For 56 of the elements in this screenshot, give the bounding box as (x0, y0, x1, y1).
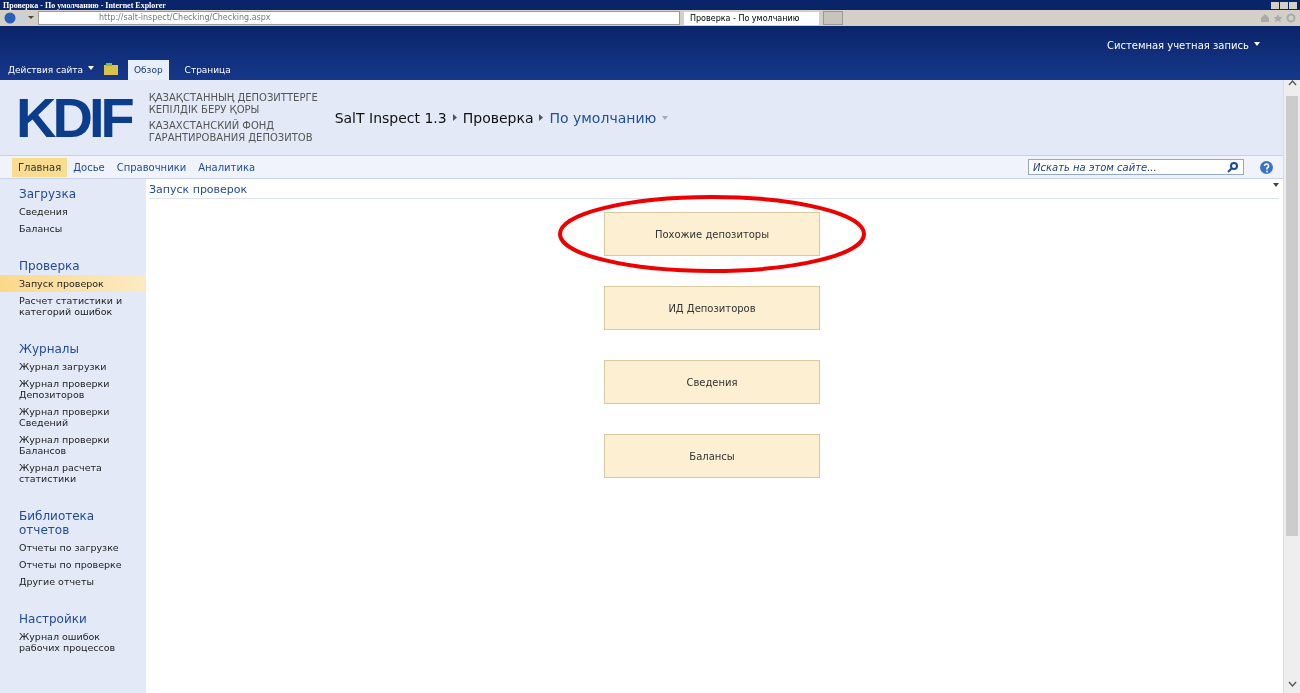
sidebar-item[interactable]: Журнал загрузки (0, 358, 146, 375)
sidebar-item[interactable]: Расчет статистики и категорий ошибок (0, 292, 146, 320)
maximize-button[interactable] (1280, 1, 1288, 9)
breadcrumb-link[interactable]: SalT Inspect 1.3 (334, 109, 447, 126)
sidebar-item[interactable]: Запуск проверок (0, 275, 146, 292)
search-icon[interactable] (1227, 162, 1238, 173)
ribbon-tab[interactable]: Страница (178, 60, 237, 80)
organization-name-line: КАЗАХСТАНСКИЙ ФОНД (148, 119, 276, 132)
organization-name-line: ҚАЗАҚСТАННЫҢ ДЕПОЗИТТЕРГЕ (148, 91, 319, 104)
sidebar-item[interactable]: Журнал расчета статистики (0, 459, 146, 487)
sidebar-item[interactable]: Отчеты по проверке (0, 556, 146, 573)
breadcrumb-separator-icon (452, 114, 457, 121)
organization-name-line: ГАРАНТИРОВАНИЯ ДЕПОЗИТОВ (148, 131, 314, 144)
action-button[interactable]: Балансы (604, 434, 820, 478)
breadcrumb-separator-icon (539, 114, 544, 121)
logo: KDIF (16, 89, 133, 146)
address-field[interactable]: http://salt-inspect/Checking/Checking.aspx (38, 11, 680, 25)
minimize-button[interactable] (1271, 1, 1279, 9)
dropdown-caret-icon[interactable] (1273, 183, 1279, 187)
window-title: Проверка - По умолчанию - Internet Explorer (3, 0, 166, 10)
browser-tab[interactable]: Проверка - По умолчанию (684, 11, 820, 25)
action-button[interactable]: Похожие депозиторы (604, 212, 820, 256)
sidebar-heading[interactable]: Проверка (0, 255, 146, 275)
sidebar-item[interactable]: Журнал проверки Сведений (0, 403, 146, 431)
sidebar-item[interactable]: Журнал проверки Балансов (0, 431, 146, 459)
sidebar-heading[interactable]: Журналы (0, 338, 146, 358)
caret-icon[interactable] (1254, 41, 1260, 46)
sidebar-item[interactable]: Балансы (0, 220, 146, 237)
top-nav-tab[interactable]: Досье (67, 157, 111, 177)
sidebar-heading[interactable]: Загрузка (0, 183, 146, 203)
action-button[interactable]: Сведения (604, 360, 820, 404)
search-field[interactable]: Искать на этом сайте... (1028, 159, 1244, 175)
breadcrumb-link[interactable]: Проверка (462, 109, 534, 126)
back-forward-icon[interactable] (4, 12, 34, 24)
top-nav-tab[interactable]: Аналитика (192, 157, 262, 177)
breadcrumb-link[interactable]: По умолчанию (549, 109, 657, 126)
sidebar-item[interactable]: Журнал проверки Депозиторов (0, 375, 146, 403)
sidebar-item[interactable]: Другие отчеты (0, 573, 146, 590)
organization-name-line: КЕПІЛДІК БЕРУ ҚОРЫ (148, 103, 261, 116)
scrollbar[interactable] (1283, 80, 1300, 693)
site-actions-menu[interactable]: Действия сайта (8, 65, 94, 80)
sidebar-heading[interactable]: Библиотека отчетов (0, 505, 146, 539)
close-button[interactable] (1289, 1, 1297, 9)
account-menu[interactable]: Системная учетная запись (1106, 40, 1260, 51)
sidebar-item[interactable]: Журнал ошибок рабочих процессов (0, 628, 146, 656)
sidebar-item[interactable]: Сведения (0, 203, 146, 220)
ribbon-tab[interactable]: Обзор (127, 60, 169, 80)
page-title: Запуск проверок (149, 183, 248, 196)
top-nav-tab[interactable]: Справочники (110, 157, 193, 177)
folder-icon[interactable] (103, 63, 118, 75)
top-nav-tab[interactable]: Главная (12, 157, 68, 177)
caret-icon[interactable] (87, 66, 94, 70)
sidebar-item[interactable]: Отчеты по загрузке (0, 539, 146, 556)
sidebar-heading[interactable]: Настройки (0, 608, 146, 628)
action-button[interactable]: ИД Депозиторов (604, 286, 820, 330)
help-icon[interactable] (1260, 160, 1273, 174)
